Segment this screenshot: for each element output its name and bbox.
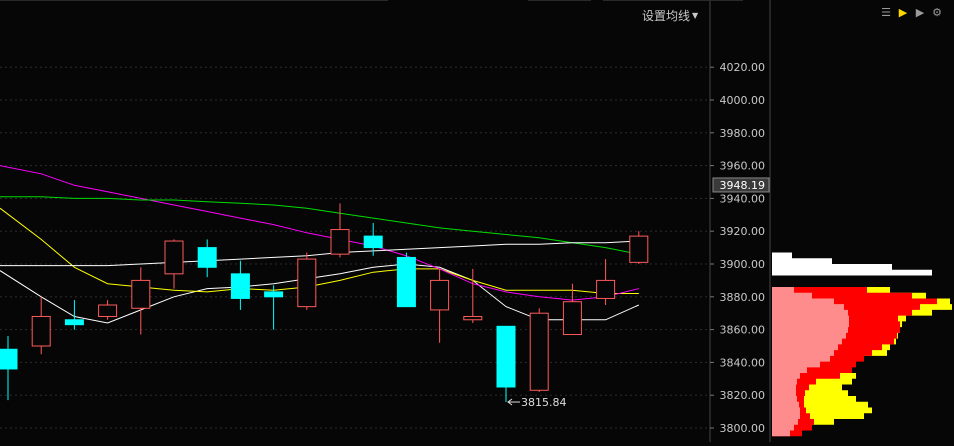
candle-body <box>330 229 350 255</box>
top-divider-mid <box>528 0 591 1</box>
candle-body <box>363 235 383 249</box>
y-tick-label: 3980.00 <box>720 127 766 140</box>
candle-body <box>230 273 250 299</box>
candle-body <box>164 240 184 275</box>
top-divider-right <box>603 0 743 1</box>
volume-profile-icon[interactable]: ▶ <box>896 5 910 19</box>
candle-body <box>629 235 649 263</box>
y-tick-label: 3960.00 <box>720 160 766 173</box>
ma-setting-dropdown[interactable]: 设置均线 ▼ <box>642 7 698 24</box>
top-divider-left <box>0 0 388 1</box>
candle-body <box>64 319 84 326</box>
y-tick-label: 3820.00 <box>720 389 766 402</box>
candle-body <box>496 325 516 388</box>
candle-body <box>529 312 549 391</box>
ma-line <box>0 196 639 255</box>
candle-body <box>430 279 450 311</box>
low-price-label: 3815.84 <box>521 396 567 409</box>
y-tick-label: 4000.00 <box>720 94 766 107</box>
y-tick-label: 3880.00 <box>720 291 766 304</box>
ma-setting-label: 设置均线 <box>642 9 691 23</box>
candle-body <box>197 247 217 268</box>
candle-body <box>463 315 483 321</box>
y-tick-label: 3860.00 <box>720 324 766 337</box>
y-tick-label: 3840.00 <box>720 356 766 369</box>
candle-body <box>31 315 51 347</box>
ma-line <box>0 240 639 267</box>
candle-body <box>131 279 151 309</box>
candle-body <box>562 301 582 336</box>
candle-body <box>98 304 118 317</box>
chart-canvas: 4020.00 4000.00 3980.00 3960.00 3940.00 3920.… <box>0 0 952 442</box>
candle-body <box>0 348 18 370</box>
y-tick-label: 3900.00 <box>720 258 766 271</box>
profile-toolbar: ☰ ▶ ▶ ⚙ <box>879 5 944 19</box>
candle-body <box>396 256 416 308</box>
y-tick-label: 4020.00 <box>720 61 766 74</box>
ma-line <box>0 165 639 301</box>
y-tick-label: 3920.00 <box>720 225 766 238</box>
candle-body <box>264 291 284 298</box>
y-tick-label: 3800.00 <box>720 422 766 435</box>
candle-body <box>297 258 317 308</box>
list-icon[interactable]: ☰ <box>879 5 893 19</box>
candle-body <box>596 279 616 299</box>
settings-gear-icon[interactable]: ⚙ <box>930 5 944 19</box>
play-icon[interactable]: ▶ <box>913 5 927 19</box>
chevron-down-icon: ▼ <box>692 11 699 20</box>
y-tick-label: 3940.00 <box>720 192 766 205</box>
ma-line <box>0 207 639 294</box>
kline-chart[interactable]: 4020.00 4000.00 3980.00 3960.00 3940.00 3920.… <box>0 0 954 442</box>
current-price-label: 3948.19 <box>720 179 766 192</box>
